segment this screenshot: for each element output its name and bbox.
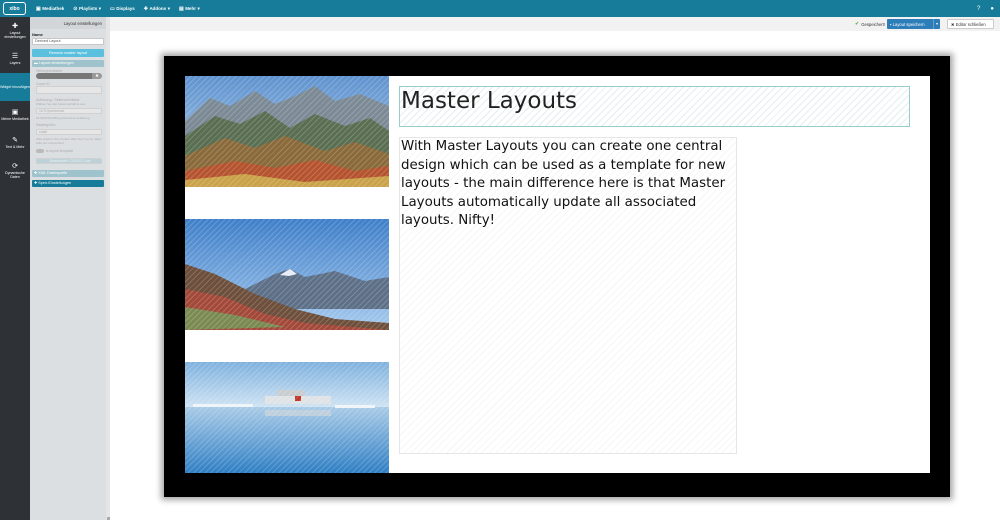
nav-label: Displays [116, 6, 135, 11]
chevron-down-icon[interactable]: ▾ [933, 19, 940, 29]
save-status: ✔ Gespeichert! [855, 21, 885, 27]
close-editor-button[interactable]: ✖ Editor schließen [947, 19, 994, 29]
addons-icon: ✚ [143, 5, 148, 12]
check-circle-icon: ✔ [855, 21, 860, 27]
sidebar-item-label: Text & Mehr [5, 145, 25, 149]
panel-title: Layout einstellungen [30, 17, 106, 29]
selection-overlay [185, 76, 389, 187]
canvas-body-text: With Master Layouts you can create one c… [401, 139, 726, 228]
layers-icon: ☰ [11, 53, 19, 60]
cover-field[interactable] [36, 86, 102, 94]
text-widget[interactable]: With Master Layouts you can create one c… [399, 137, 737, 454]
chevron-down-icon: ▾ [197, 5, 200, 11]
sidebar-item-my-media[interactable]: ▣ Meine Mediathek [0, 101, 30, 129]
section-label: Speir-Einstellungen [38, 181, 72, 185]
name-field[interactable]: Derived Layout [32, 38, 104, 45]
resolution-select[interactable]: 16:9 Querformat [36, 108, 102, 114]
grid-label: Rastergröße [36, 123, 56, 127]
help-icon[interactable]: ? [977, 6, 980, 12]
sidebar-item-label: Meine Mediathek [1, 117, 29, 121]
resolution-hint: Wählen Sie das Seitenverhältnis aus. [36, 102, 86, 106]
save-layout-button[interactable]: ▪ Layout speichern ▾ [887, 19, 940, 29]
section-label: XML Datenquelle [38, 171, 68, 175]
sidebar-item-layout-settings[interactable]: ✚ Layout einstellungen [0, 17, 30, 45]
editor-toolbar-top: ✔ Gespeichert! ▪ Layout speichern ▾ ✖ Edi… [110, 17, 1000, 31]
grid-hint: Was machen Sie mit dem Wert hier? gerne … [36, 137, 102, 145]
grid-select[interactable]: small [36, 129, 102, 135]
title-widget[interactable]: Master Layouts [399, 86, 910, 127]
nav-playlists[interactable]: ⊙ Playlists ▾ [73, 6, 101, 12]
section-layout-settings[interactable]: ▬ Layout einstellungen [32, 60, 104, 67]
top-navbar: xibo ▣ Mediathek ⊙ Playlists ▾ ▭ Displays ✚ A… [0, 0, 1000, 17]
nav-label: Mediathek [42, 6, 65, 11]
editor-toolbar: ✚ Layout einstellungen ☰ Layers Widget h… [0, 17, 30, 520]
chevron-down-icon: ▾ [167, 5, 170, 11]
nav-displays[interactable]: ▭ Displays [110, 6, 135, 12]
name-label: Name [32, 32, 43, 37]
section-xml-datasource[interactable]: ✚ XML Datenquelle [32, 170, 104, 177]
color-swatch[interactable] [36, 73, 92, 79]
playlist-icon: ⊙ [73, 5, 78, 12]
more-icon: ▤ [178, 5, 184, 12]
custom-css-button[interactable]: Benutzerdef. CSS/JS Code [36, 158, 102, 164]
clear-icon[interactable]: ✖ [92, 73, 102, 79]
image-widget-landscape[interactable] [185, 219, 389, 330]
nav-mehr[interactable]: ▤ Mehr ▾ [179, 6, 200, 12]
bg-color-picker[interactable]: ✖ [36, 73, 104, 79]
sidebar-item-add-widget[interactable]: Widget hinzufügen [0, 73, 30, 101]
sidebar-item-label: Layers [9, 61, 21, 65]
section-save-settings[interactable]: ✚ Speir-Einstellungen [32, 180, 104, 187]
template-toggle-label: is layout template [46, 149, 74, 153]
nav-label: Mehr [185, 6, 196, 11]
image-widget-ship[interactable] [185, 362, 389, 473]
nav-label: Addons [149, 6, 167, 11]
sidebar-item-label: Layout einstellungen [4, 31, 26, 39]
puzzle-icon: ✚ [12, 23, 18, 30]
section-label: Layout einstellungen [38, 61, 74, 65]
sidebar-item-layers[interactable]: ☰ Layers [0, 45, 30, 73]
remove-master-layout-button[interactable]: Remove master layout [32, 49, 104, 57]
sidebar-item-text[interactable]: ✎ Text & Mehr [0, 129, 30, 157]
sidebar-item-dynamic-data[interactable]: ⟳ Dynamische Daten [0, 157, 30, 185]
nav-mediathek[interactable]: ▣ Mediathek [36, 6, 64, 12]
selection-overlay [185, 219, 389, 330]
nav-label: Playlists [78, 6, 98, 11]
image-widget-mountains[interactable] [185, 76, 389, 187]
properties-panel: Layout einstellungen Name Derived Layout… [30, 17, 106, 520]
selection-overlay [185, 362, 389, 473]
template-toggle[interactable] [36, 148, 44, 153]
nav-addons[interactable]: ✚ Addons ▾ [144, 6, 170, 12]
main-nav: ▣ Mediathek ⊙ Playlists ▾ ▭ Displays ✚ Addons… [36, 0, 200, 17]
app-logo[interactable]: xibo [3, 2, 26, 15]
image-icon: ▣ [11, 109, 19, 116]
save-status-text: Gespeichert! [861, 21, 885, 27]
media-icon: ▣ [36, 5, 41, 12]
user-icon[interactable]: ● [990, 6, 994, 12]
top-right-actions: ? ● [977, 0, 994, 17]
resolution-hint-2: 16:9(1920x1080) gewünschte Auflösung [36, 116, 90, 120]
sidebar-item-label: Dynamische Daten [5, 171, 25, 179]
close-editor-label: Editor schließen [955, 21, 986, 27]
save-layout-label: Layout speichern [892, 21, 925, 27]
chevron-down-icon: ▾ [98, 5, 101, 11]
display-icon: ▭ [109, 5, 115, 12]
sync-icon: ⟳ [12, 163, 18, 170]
sidebar-item-label: Widget hinzufügen [0, 85, 30, 89]
canvas-title: Master Layouts [401, 88, 578, 114]
pen-icon: ✎ [12, 137, 18, 144]
